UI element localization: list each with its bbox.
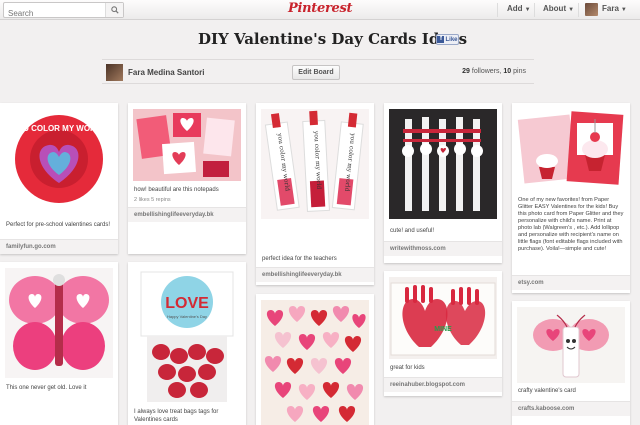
pin-image-caption: YOU COLOR MY WORLD — [12, 124, 107, 133]
pin-source[interactable]: writewithmoss.com — [384, 241, 502, 256]
facebook-icon: f — [437, 36, 445, 43]
pin-source[interactable]: crafts.kaboose.com — [512, 401, 630, 416]
pin-source[interactable]: embellishinglifeeveryday.bk — [256, 267, 374, 282]
pin-description: I always love treat bags tags for Valent… — [134, 409, 219, 423]
nav-divider — [497, 3, 498, 17]
search-icon — [110, 6, 119, 14]
pin-description: how! beautiful are this notepads — [134, 187, 219, 193]
about-menu-label: About — [543, 4, 567, 13]
pencil-tags-image — [389, 109, 497, 219]
heart-stickers-image — [261, 300, 369, 425]
chevron-down-icon: ▼ — [620, 7, 627, 13]
pin-description: crafty valentine's card — [518, 388, 576, 394]
treat-bag-image: LOVE Happy Valentine's Day — [140, 271, 234, 402]
pin-card[interactable]: One of my new favorites! from Paper Glit… — [512, 103, 630, 293]
facebook-like-button[interactable]: f Like — [436, 34, 459, 45]
pin-description: perfect idea for the teachers — [262, 256, 337, 262]
pin-card[interactable]: LOVE Happy Valentine's Day I always love… — [128, 262, 246, 425]
pin-description: cute! and useful! — [390, 228, 435, 234]
handprint-card-text: MINE — [434, 326, 452, 333]
pin-image[interactable]: YOU COLOR MY WORLD — [5, 109, 113, 209]
pin-card[interactable]: This one never get old. Love it — [0, 262, 118, 425]
pin-card[interactable] — [256, 294, 374, 425]
pin-image[interactable] — [133, 109, 241, 181]
owner-avatar[interactable] — [106, 64, 123, 81]
like-label: Like — [445, 36, 458, 43]
top-navigation-bar: Pinterest Add▼ About▼ Fara▼ — [0, 0, 640, 21]
love-tag-text: LOVE — [165, 295, 209, 312]
pin-image[interactable] — [517, 109, 625, 191]
pin-image[interactable]: LOVE Happy Valentine's Day — [133, 268, 241, 404]
happy-valentines-text: Happy Valentine's Day — [167, 314, 207, 319]
pin-stats: 2 likes 5 repins — [134, 197, 171, 203]
nav-divider — [578, 3, 579, 17]
add-menu[interactable]: Add ▼ — [507, 4, 531, 13]
pin-image[interactable] — [5, 268, 113, 378]
board-stats: 29 followers, 10 pins — [462, 68, 526, 75]
pin-card[interactable]: you color my world you color my world yo… — [256, 103, 374, 285]
handprint-card-image: MINE — [390, 282, 496, 356]
notepads-image — [136, 113, 235, 177]
pin-card[interactable]: MINE great for kids reeinahuber.blogspot… — [384, 271, 502, 396]
pin-image[interactable]: MINE — [389, 277, 497, 359]
pin-image[interactable]: you color my world you color my world yo… — [261, 109, 369, 219]
pin-source[interactable]: familyfun.go.com — [0, 239, 118, 254]
butterfly-lollipop-image — [9, 274, 109, 370]
nav-divider — [534, 3, 535, 17]
pin-source[interactable]: reeinahuber.blogspot.com — [384, 377, 502, 392]
board-title: DIY Valentine's Day Cards Ideas — [198, 30, 468, 48]
butterfly-tube-image — [533, 314, 609, 378]
user-menu-label: Fara — [602, 4, 619, 13]
pin-card[interactable]: cute! and useful! writewithmoss.com — [384, 103, 502, 263]
pin-source[interactable]: etsy.com — [512, 275, 630, 290]
user-menu[interactable]: Fara ▼ — [602, 4, 627, 13]
user-avatar[interactable] — [585, 3, 598, 16]
pin-source[interactable]: embellishinglifeeveryday.bk — [128, 207, 246, 222]
pin-description: This one never get old. Love it — [6, 385, 87, 391]
pins-count: 10 — [503, 68, 512, 75]
pin-image[interactable] — [261, 300, 369, 425]
pin-card[interactable]: how! beautiful are this notepads 2 likes… — [128, 103, 246, 254]
pin-description: One of my new favorites! from Paper Glit… — [518, 197, 624, 252]
followers-count[interactable]: 29 — [462, 68, 470, 75]
heart-crayon-card-image: YOU COLOR MY WORLD — [12, 115, 107, 203]
pin-image[interactable] — [517, 307, 625, 383]
pin-description: great for kids — [390, 365, 425, 371]
pins-label: pins — [513, 68, 526, 75]
edit-board-button[interactable]: Edit Board — [292, 65, 340, 80]
pin-description: Perfect for pre-school valentines cards! — [6, 222, 111, 228]
cupcake-card-image — [517, 111, 624, 185]
pin-image[interactable] — [389, 109, 497, 219]
followers-label[interactable]: followers, — [472, 68, 502, 75]
add-menu-label: Add — [507, 4, 523, 13]
search-box — [3, 2, 124, 21]
chevron-down-icon: ▼ — [568, 7, 575, 13]
about-menu[interactable]: About ▼ — [543, 4, 574, 13]
pinterest-logo[interactable]: Pinterest — [288, 1, 352, 16]
search-input[interactable] — [4, 6, 104, 21]
owner-name[interactable]: Fara Medina Santori — [128, 68, 204, 77]
search-button[interactable] — [105, 3, 123, 17]
pin-card[interactable]: crafty valentine's card crafts.kaboose.c… — [512, 301, 630, 425]
chevron-down-icon: ▼ — [524, 7, 531, 13]
board-owner-bar: Fara Medina Santori Edit Board 29 follow… — [102, 59, 534, 84]
bookmarks-image: you color my world you color my world yo… — [264, 110, 364, 212]
pin-card[interactable]: YOU COLOR MY WORLD Perfect for pre-schoo… — [0, 103, 118, 254]
